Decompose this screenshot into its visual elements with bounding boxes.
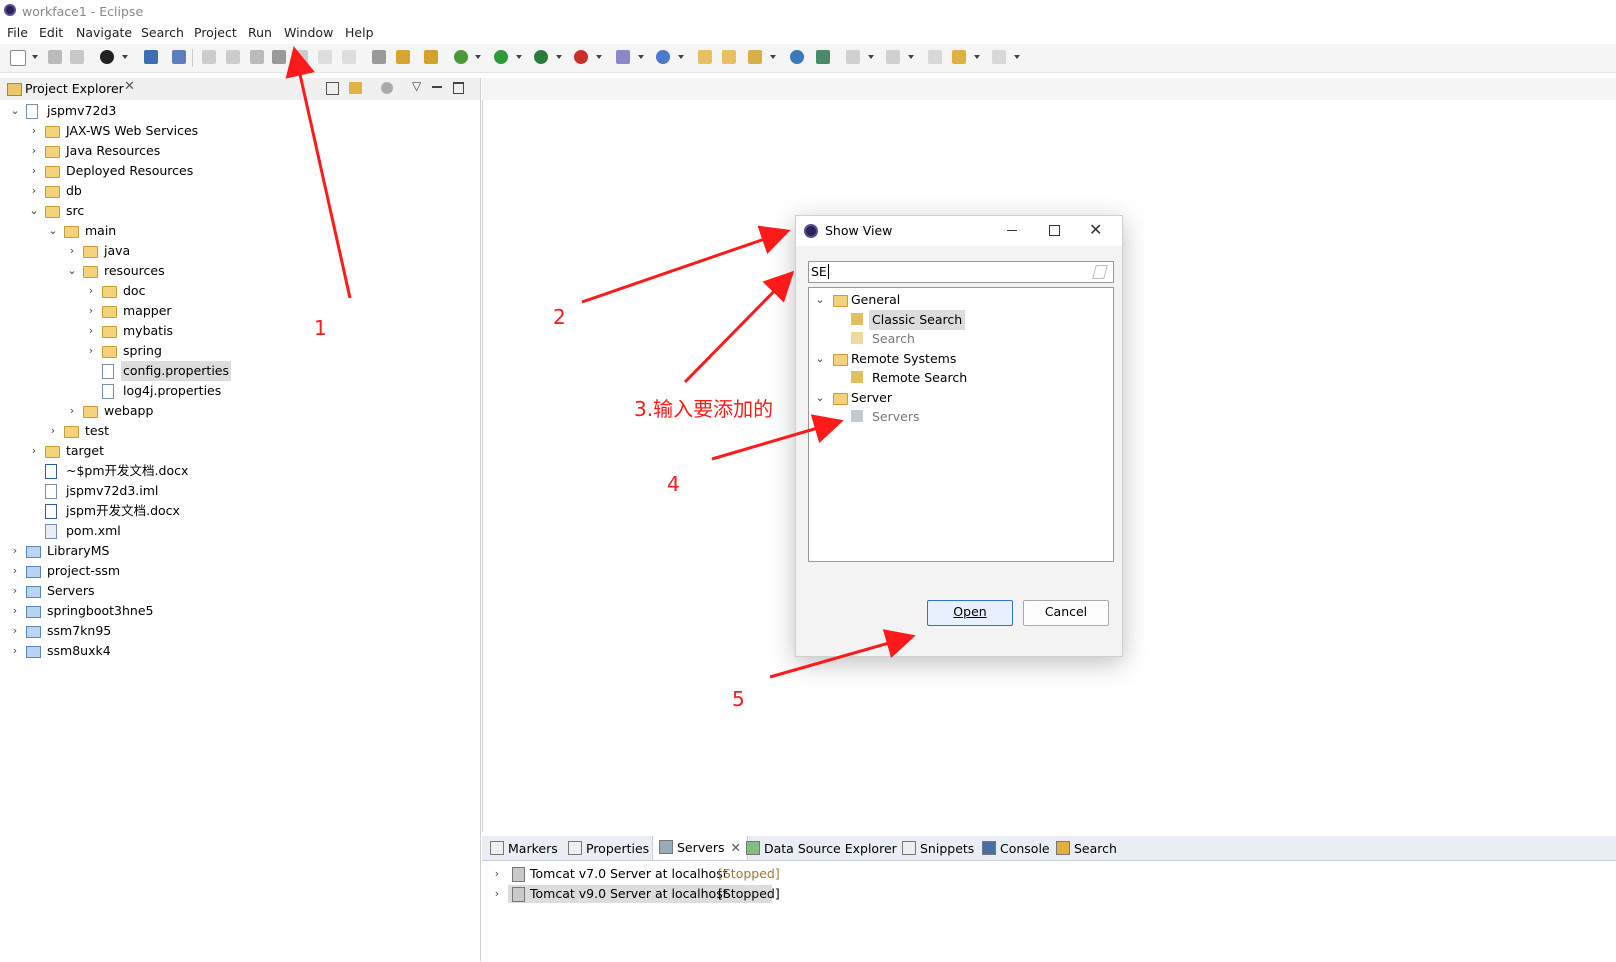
arrow-2 — [581, 225, 791, 304]
annotation-5: 5 — [732, 687, 745, 711]
arrow-1 — [285, 46, 352, 299]
arrow-5 — [769, 629, 916, 679]
arrow-3 — [683, 270, 795, 384]
annotation-1: 1 — [314, 316, 327, 340]
annotation-4: 4 — [667, 472, 680, 496]
annotation-arrows — [285, 46, 916, 679]
arrow-4 — [711, 414, 844, 461]
annotation-2: 2 — [553, 305, 566, 329]
annotation-3: 3.输入要添加的 — [634, 397, 774, 421]
